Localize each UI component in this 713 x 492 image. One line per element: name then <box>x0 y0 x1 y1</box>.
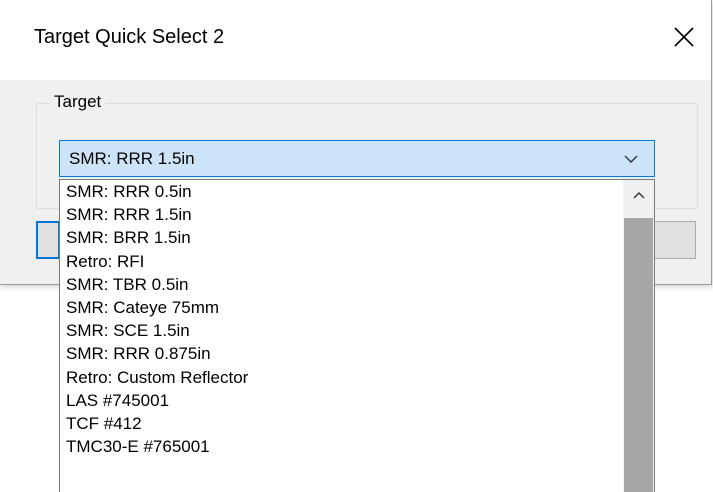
list-item[interactable]: Retro: RFI <box>60 250 625 273</box>
list-item[interactable]: SMR: RRR 0.5in <box>60 180 625 203</box>
list-item[interactable]: SMR: SCE 1.5in <box>60 319 625 342</box>
list-item[interactable]: Retro: Custom Reflector <box>60 366 625 389</box>
dropdown-items: SMR: RRR 0.5in SMR: RRR 1.5in SMR: BRR 1… <box>60 180 625 458</box>
close-icon <box>674 27 694 47</box>
chevron-down-icon <box>624 155 638 163</box>
chevron-up-icon <box>633 192 645 199</box>
combo-selected-value: SMR: RRR 1.5in <box>69 149 195 168</box>
list-item[interactable]: SMR: RRR 0.875in <box>60 342 625 365</box>
list-item[interactable]: TCF #412 <box>60 412 625 435</box>
target-dropdown-list[interactable]: SMR: RRR 0.5in SMR: RRR 1.5in SMR: BRR 1… <box>59 179 655 492</box>
dialog-title: Target Quick Select 2 <box>34 26 225 48</box>
list-item[interactable]: SMR: BRR 1.5in <box>60 226 625 249</box>
close-button[interactable] <box>661 14 707 60</box>
list-item[interactable]: SMR: RRR 1.5in <box>60 203 625 226</box>
list-item[interactable]: SMR: TBR 0.5in <box>60 273 625 296</box>
list-item[interactable]: TMC30-E #765001 <box>60 435 625 458</box>
title-bar[interactable]: Target Quick Select 2 <box>0 0 711 80</box>
list-item[interactable]: SMR: Cateye 75mm <box>60 296 625 319</box>
target-combo-box[interactable]: SMR: RRR 1.5in <box>59 140 655 177</box>
list-item[interactable]: LAS #745001 <box>60 389 625 412</box>
scroll-thumb[interactable] <box>624 218 653 492</box>
ok-button[interactable] <box>36 221 60 259</box>
scroll-up-button[interactable] <box>623 180 654 210</box>
cancel-button[interactable] <box>652 221 696 259</box>
dropdown-scrollbar[interactable] <box>623 180 654 492</box>
target-group-label: Target <box>50 92 106 112</box>
